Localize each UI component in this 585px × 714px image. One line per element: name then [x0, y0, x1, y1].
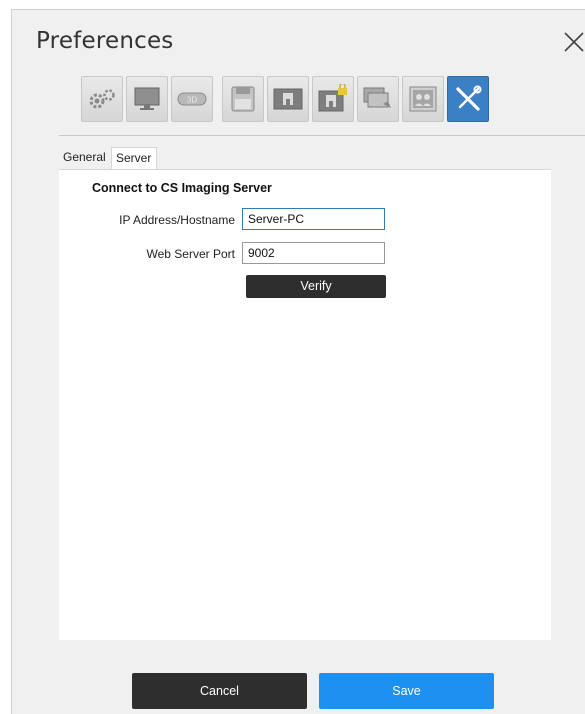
- server-panel: Connect to CS Imaging Server IP Address/…: [59, 169, 551, 640]
- gears-icon[interactable]: [81, 76, 123, 122]
- patient-photo-icon[interactable]: [402, 76, 444, 122]
- tab-server[interactable]: Server: [111, 147, 157, 169]
- tab-general[interactable]: General: [59, 147, 111, 169]
- panoramic-xray-icon[interactable]: [267, 76, 309, 122]
- 3d-icon[interactable]: 3D: [171, 76, 213, 122]
- cancel-button[interactable]: Cancel: [132, 673, 307, 709]
- svg-text:3D: 3D: [187, 96, 197, 105]
- save-disk-icon[interactable]: [222, 76, 264, 122]
- preferences-dialog: Preferences 3D General Server Connect to…: [11, 9, 585, 714]
- save-button[interactable]: Save: [319, 673, 494, 709]
- toolbar-divider: [59, 135, 585, 136]
- close-icon[interactable]: [562, 30, 585, 54]
- image-transfer-icon[interactable]: [357, 76, 399, 122]
- dialog-title: Preferences: [36, 28, 174, 54]
- section-title: Connect to CS Imaging Server: [92, 181, 272, 195]
- tools-icon[interactable]: [447, 76, 489, 122]
- ip-address-label: IP Address/Hostname: [119, 213, 235, 227]
- web-server-port-label: Web Server Port: [146, 247, 235, 261]
- monitor-icon[interactable]: [126, 76, 168, 122]
- verify-button[interactable]: Verify: [246, 275, 386, 298]
- ip-address-field[interactable]: Server-PC: [242, 208, 385, 230]
- locked-xray-icon[interactable]: [312, 76, 354, 122]
- web-server-port-field[interactable]: 9002: [242, 242, 385, 264]
